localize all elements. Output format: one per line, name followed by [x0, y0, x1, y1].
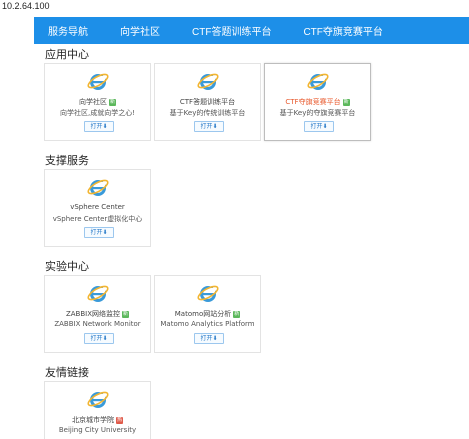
open-button[interactable]: 打开⬇: [194, 333, 224, 344]
card-description: 基于Key的传统训练平台: [169, 109, 246, 117]
section-title-links: 友情链接: [45, 366, 89, 379]
card-title: ZABBIX网络监控新: [65, 310, 130, 318]
nav-item-community[interactable]: 向学社区: [120, 23, 160, 38]
open-button[interactable]: 打开⬇: [84, 227, 114, 238]
new-badge: 新: [109, 98, 116, 106]
card-description: Matomo Analytics Platform: [160, 320, 255, 328]
new-badge: 新: [122, 310, 130, 318]
internet-explorer-icon: [86, 387, 110, 411]
open-button[interactable]: 打开⬇: [304, 121, 334, 132]
card-title: vSphere Center: [70, 203, 125, 211]
section-title-apps: 应用中心: [45, 48, 89, 61]
hot-badge: 热: [116, 416, 123, 424]
internet-explorer-icon: [86, 175, 110, 199]
card-vsphere[interactable]: vSphere Center vSphere Center虚拟化中心 打开⬇: [44, 169, 151, 247]
internet-explorer-icon: [86, 69, 110, 93]
internet-explorer-icon: [86, 281, 110, 305]
section-title-support: 支撑服务: [45, 154, 89, 167]
nav-item-ctf-training[interactable]: CTF答题训练平台: [192, 23, 271, 38]
top-nav-bar: 服务导航 向学社区 CTF答题训练平台 CTF夺旗竞赛平台: [34, 17, 469, 44]
card-description: 向学社区,成就向学之心!: [59, 109, 136, 117]
nav-item-ctf-competition[interactable]: CTF夺旗竞赛平台: [303, 23, 382, 38]
address-bar-url[interactable]: 10.2.64.100: [2, 1, 50, 11]
open-button[interactable]: 打开⬇: [84, 121, 114, 132]
card-ctf-competition[interactable]: CTF夺旗竞赛平台新 基于Key的夺旗竞赛平台 打开⬇: [264, 63, 371, 141]
open-button[interactable]: 打开⬇: [84, 333, 114, 344]
card-bcu[interactable]: 北京城市学院热 Beijing City University: [44, 381, 151, 439]
internet-explorer-icon: [196, 69, 220, 93]
card-title: CTF答题训练平台: [179, 98, 236, 106]
nav-item-service-navigation[interactable]: 服务导航: [48, 23, 88, 38]
card-community[interactable]: 向学社区新 向学社区,成就向学之心! 打开⬇: [44, 63, 151, 141]
card-title: CTF夺旗竞赛平台新: [285, 98, 350, 106]
card-description: ZABBIX Network Monitor: [54, 320, 141, 328]
internet-explorer-icon: [196, 281, 220, 305]
open-button[interactable]: 打开⬇: [194, 121, 224, 132]
card-zabbix[interactable]: ZABBIX网络监控新 ZABBIX Network Monitor 打开⬇: [44, 275, 151, 353]
card-description: Beijing City University: [58, 426, 137, 434]
card-title: 北京城市学院热: [72, 416, 123, 424]
card-title: 向学社区新: [79, 98, 116, 106]
new-badge: 新: [233, 310, 241, 318]
card-description: 基于Key的夺旗竞赛平台: [279, 109, 356, 117]
new-badge: 新: [342, 98, 350, 106]
card-title: Matomo网站分析新: [174, 310, 241, 318]
section-title-lab: 实验中心: [45, 260, 89, 273]
card-ctf-training[interactable]: CTF答题训练平台 基于Key的传统训练平台 打开⬇: [154, 63, 261, 141]
card-description: vSphere Center虚拟化中心: [52, 215, 143, 223]
card-matomo[interactable]: Matomo网站分析新 Matomo Analytics Platform 打开…: [154, 275, 261, 353]
internet-explorer-icon: [306, 69, 330, 93]
